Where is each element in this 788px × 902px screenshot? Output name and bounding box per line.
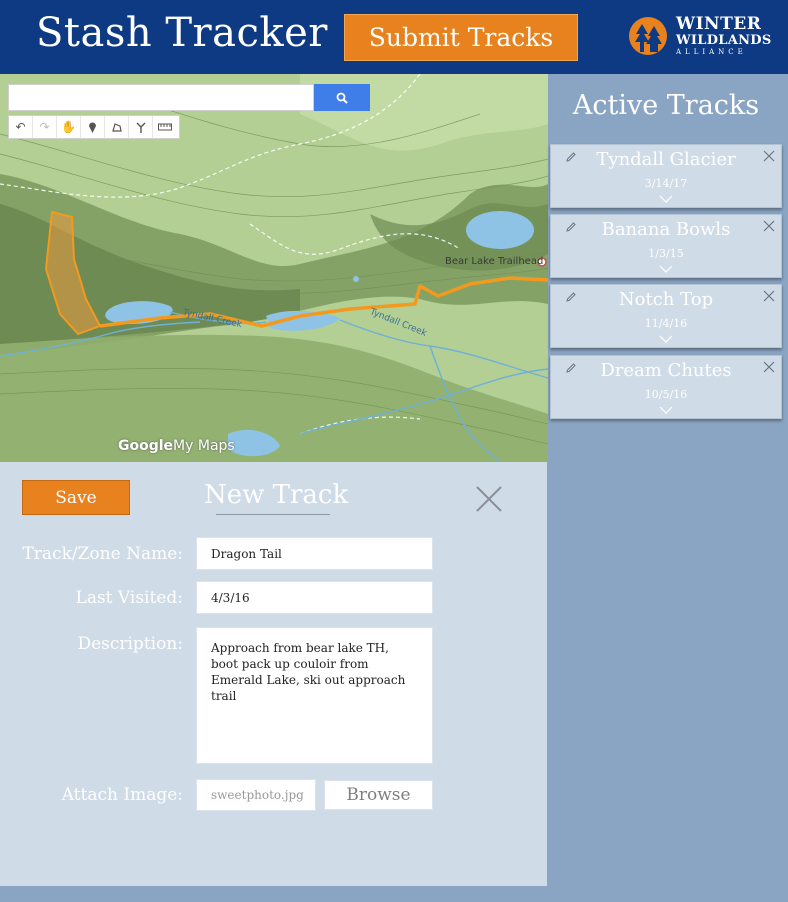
winter-wildlands-logo: WINTER WILDLANDS ALLIANCE bbox=[626, 16, 771, 58]
attach-image-input[interactable]: sweetphoto.jpg bbox=[196, 779, 316, 811]
app-title: Stash Tracker bbox=[36, 10, 328, 56]
track-name-input[interactable]: Dragon Tail bbox=[196, 537, 433, 570]
logo-line-3: ALLIANCE bbox=[676, 48, 747, 56]
last-visited-input[interactable]: 4/3/16 bbox=[196, 581, 433, 614]
undo-icon[interactable]: ↶ bbox=[9, 116, 33, 138]
map-search-button[interactable] bbox=[314, 84, 370, 111]
logo-line-2: WILDLANDS bbox=[676, 33, 772, 48]
redo-icon[interactable]: ↷ bbox=[33, 116, 57, 138]
map-view[interactable]: Bear Lake Trailhead Tyndall Creek Tyndal… bbox=[0, 74, 548, 462]
google-brand: Google bbox=[118, 438, 174, 454]
track-card[interactable]: Dream Chutes 10/5/16 bbox=[550, 355, 782, 419]
active-tracks-sidebar: Active Tracks Tyndall Glacier 3/14/17 Ba… bbox=[548, 74, 784, 902]
route-icon[interactable] bbox=[129, 116, 153, 138]
app-header: Stash Tracker Submit Tracks WINTER WILDL… bbox=[0, 0, 788, 74]
browse-button[interactable]: Browse bbox=[324, 780, 433, 810]
shape-icon[interactable] bbox=[105, 116, 129, 138]
track-name: Banana Bowls bbox=[601, 219, 731, 240]
close-icon[interactable] bbox=[763, 220, 775, 232]
title-underline bbox=[216, 514, 330, 515]
new-track-form: Save New Track Track/Zone Name: Dragon T… bbox=[0, 462, 547, 886]
close-icon[interactable] bbox=[763, 150, 775, 162]
close-icon[interactable] bbox=[474, 484, 504, 514]
marker-icon[interactable] bbox=[81, 116, 105, 138]
close-icon[interactable] bbox=[763, 361, 775, 373]
map-search-input[interactable] bbox=[8, 84, 314, 111]
track-date: 3/14/17 bbox=[644, 177, 688, 190]
close-icon[interactable] bbox=[763, 290, 775, 302]
search-icon bbox=[336, 92, 348, 104]
submit-tracks-button[interactable]: Submit Tracks bbox=[344, 14, 578, 61]
attach-image-label: Attach Image: bbox=[61, 785, 183, 805]
track-card[interactable]: Notch Top 11/4/16 bbox=[550, 284, 782, 348]
track-date: 1/3/15 bbox=[648, 247, 684, 260]
track-card[interactable]: Banana Bowls 1/3/15 bbox=[550, 214, 782, 278]
track-name: Notch Top bbox=[618, 289, 714, 310]
trailhead-label: Bear Lake Trailhead bbox=[445, 256, 544, 267]
google-my-maps-credit: GoogleMy Maps bbox=[118, 438, 235, 454]
chevron-down-icon[interactable] bbox=[659, 195, 673, 203]
track-name: Tyndall Glacier bbox=[596, 149, 736, 170]
track-date: 10/5/16 bbox=[644, 388, 688, 401]
map-toolbar: ↶ ↷ ✋ bbox=[8, 115, 180, 139]
last-visited-label: Last Visited: bbox=[75, 588, 183, 608]
track-date: 11/4/16 bbox=[644, 317, 688, 330]
chevron-down-icon[interactable] bbox=[659, 406, 673, 414]
description-label: Description: bbox=[77, 634, 183, 654]
logo-wordmark: WINTER WILDLANDS ALLIANCE bbox=[676, 16, 772, 56]
description-textarea[interactable]: Approach from bear lake TH, boot pack up… bbox=[196, 627, 433, 764]
active-tracks-title: Active Tracks bbox=[572, 90, 760, 121]
form-title: New Track bbox=[204, 480, 349, 510]
tree-logo-icon bbox=[629, 17, 667, 55]
track-name-label: Track/Zone Name: bbox=[22, 544, 183, 564]
my-maps-label: My Maps bbox=[173, 438, 235, 454]
save-button[interactable]: Save bbox=[22, 480, 130, 515]
hand-icon[interactable]: ✋ bbox=[57, 116, 81, 138]
track-name: Dream Chutes bbox=[600, 360, 732, 381]
chevron-down-icon[interactable] bbox=[659, 335, 673, 343]
chevron-down-icon[interactable] bbox=[659, 265, 673, 273]
track-card[interactable]: Tyndall Glacier 3/14/17 bbox=[550, 144, 782, 208]
logo-line-1: WINTER bbox=[676, 14, 762, 34]
ruler-icon[interactable] bbox=[153, 116, 177, 138]
